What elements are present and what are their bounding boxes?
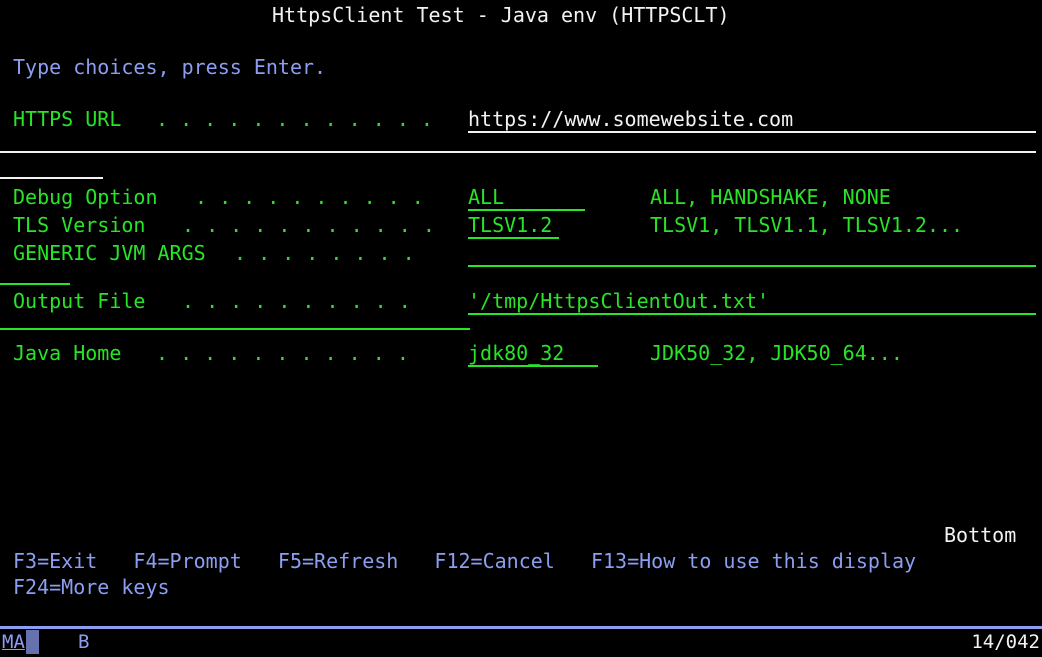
field-input-debug-option[interactable]: ALL bbox=[468, 184, 504, 210]
field-label-https-url: HTTPS URL bbox=[13, 107, 122, 131]
status-system-indicator: MA bbox=[2, 631, 25, 653]
field-underline-https-url bbox=[468, 131, 1036, 133]
field-input-tls-version[interactable]: TLSV1.2 bbox=[468, 212, 552, 238]
status-cursor-block bbox=[26, 630, 39, 654]
more-indicator: Bottom bbox=[944, 523, 1017, 547]
field-hint-tls-version: TLSV1, TLSV1.1, TLSV1.2... bbox=[650, 213, 964, 237]
field-dots-java-home: . . . . . . . . . . . bbox=[156, 341, 409, 365]
field-underline-output-file bbox=[468, 313, 1036, 315]
field-underline-https-url-cont2 bbox=[0, 177, 103, 179]
terminal-screen: HttpsClient Test - Java env (HTTPSCLT) T… bbox=[0, 0, 1042, 657]
field-label-debug-option: Debug Option bbox=[13, 185, 158, 209]
field-dots-tls-version: . . . . . . . . . . . bbox=[182, 213, 435, 237]
field-underline-debug-option bbox=[468, 209, 585, 211]
page-title: HttpsClient Test - Java env (HTTPSCLT) bbox=[272, 3, 730, 27]
field-dots-https-url: . . . . . . . . . . . . bbox=[156, 107, 433, 131]
field-underline-tls-version bbox=[468, 237, 559, 239]
field-underline-generic-jvm-args bbox=[468, 265, 1036, 267]
field-underline-generic-jvm-args-cont bbox=[0, 283, 70, 285]
status-bar: MA B 14/042 bbox=[0, 629, 1042, 657]
field-dots-generic-jvm-args: . . . . . . . . bbox=[234, 241, 415, 265]
field-dots-debug-option: . . . . . . . . . . bbox=[195, 185, 424, 209]
field-underline-output-file-cont bbox=[0, 328, 470, 330]
field-dots-output-file: . . . . . . . . . . bbox=[182, 289, 411, 313]
status-keyboard-indicator: B bbox=[78, 631, 90, 653]
field-hint-debug-option: ALL, HANDSHAKE, NONE bbox=[650, 185, 891, 209]
field-underline-https-url-cont1 bbox=[0, 151, 1036, 153]
function-keys-line-2[interactable]: F24=More keys bbox=[13, 574, 170, 600]
field-underline-java-home bbox=[468, 365, 598, 367]
field-input-output-file[interactable]: '/tmp/HttpsClientOut.txt' bbox=[468, 288, 769, 314]
status-cursor-position: 14/042 bbox=[971, 631, 1040, 653]
function-keys-line-1[interactable]: F3=Exit F4=Prompt F5=Refresh F12=Cancel … bbox=[13, 548, 916, 574]
field-label-generic-jvm-args: GENERIC JVM ARGS bbox=[13, 241, 206, 265]
instruction-text: Type choices, press Enter. bbox=[13, 55, 327, 79]
field-input-https-url[interactable]: https://www.somewebsite.com bbox=[468, 106, 793, 132]
field-input-java-home[interactable]: jdk80_32 bbox=[468, 340, 564, 366]
field-hint-java-home: JDK50_32, JDK50_64... bbox=[650, 341, 903, 365]
field-label-output-file: Output File bbox=[13, 289, 146, 313]
field-label-java-home: Java Home bbox=[13, 341, 122, 365]
field-label-tls-version: TLS Version bbox=[13, 213, 146, 237]
